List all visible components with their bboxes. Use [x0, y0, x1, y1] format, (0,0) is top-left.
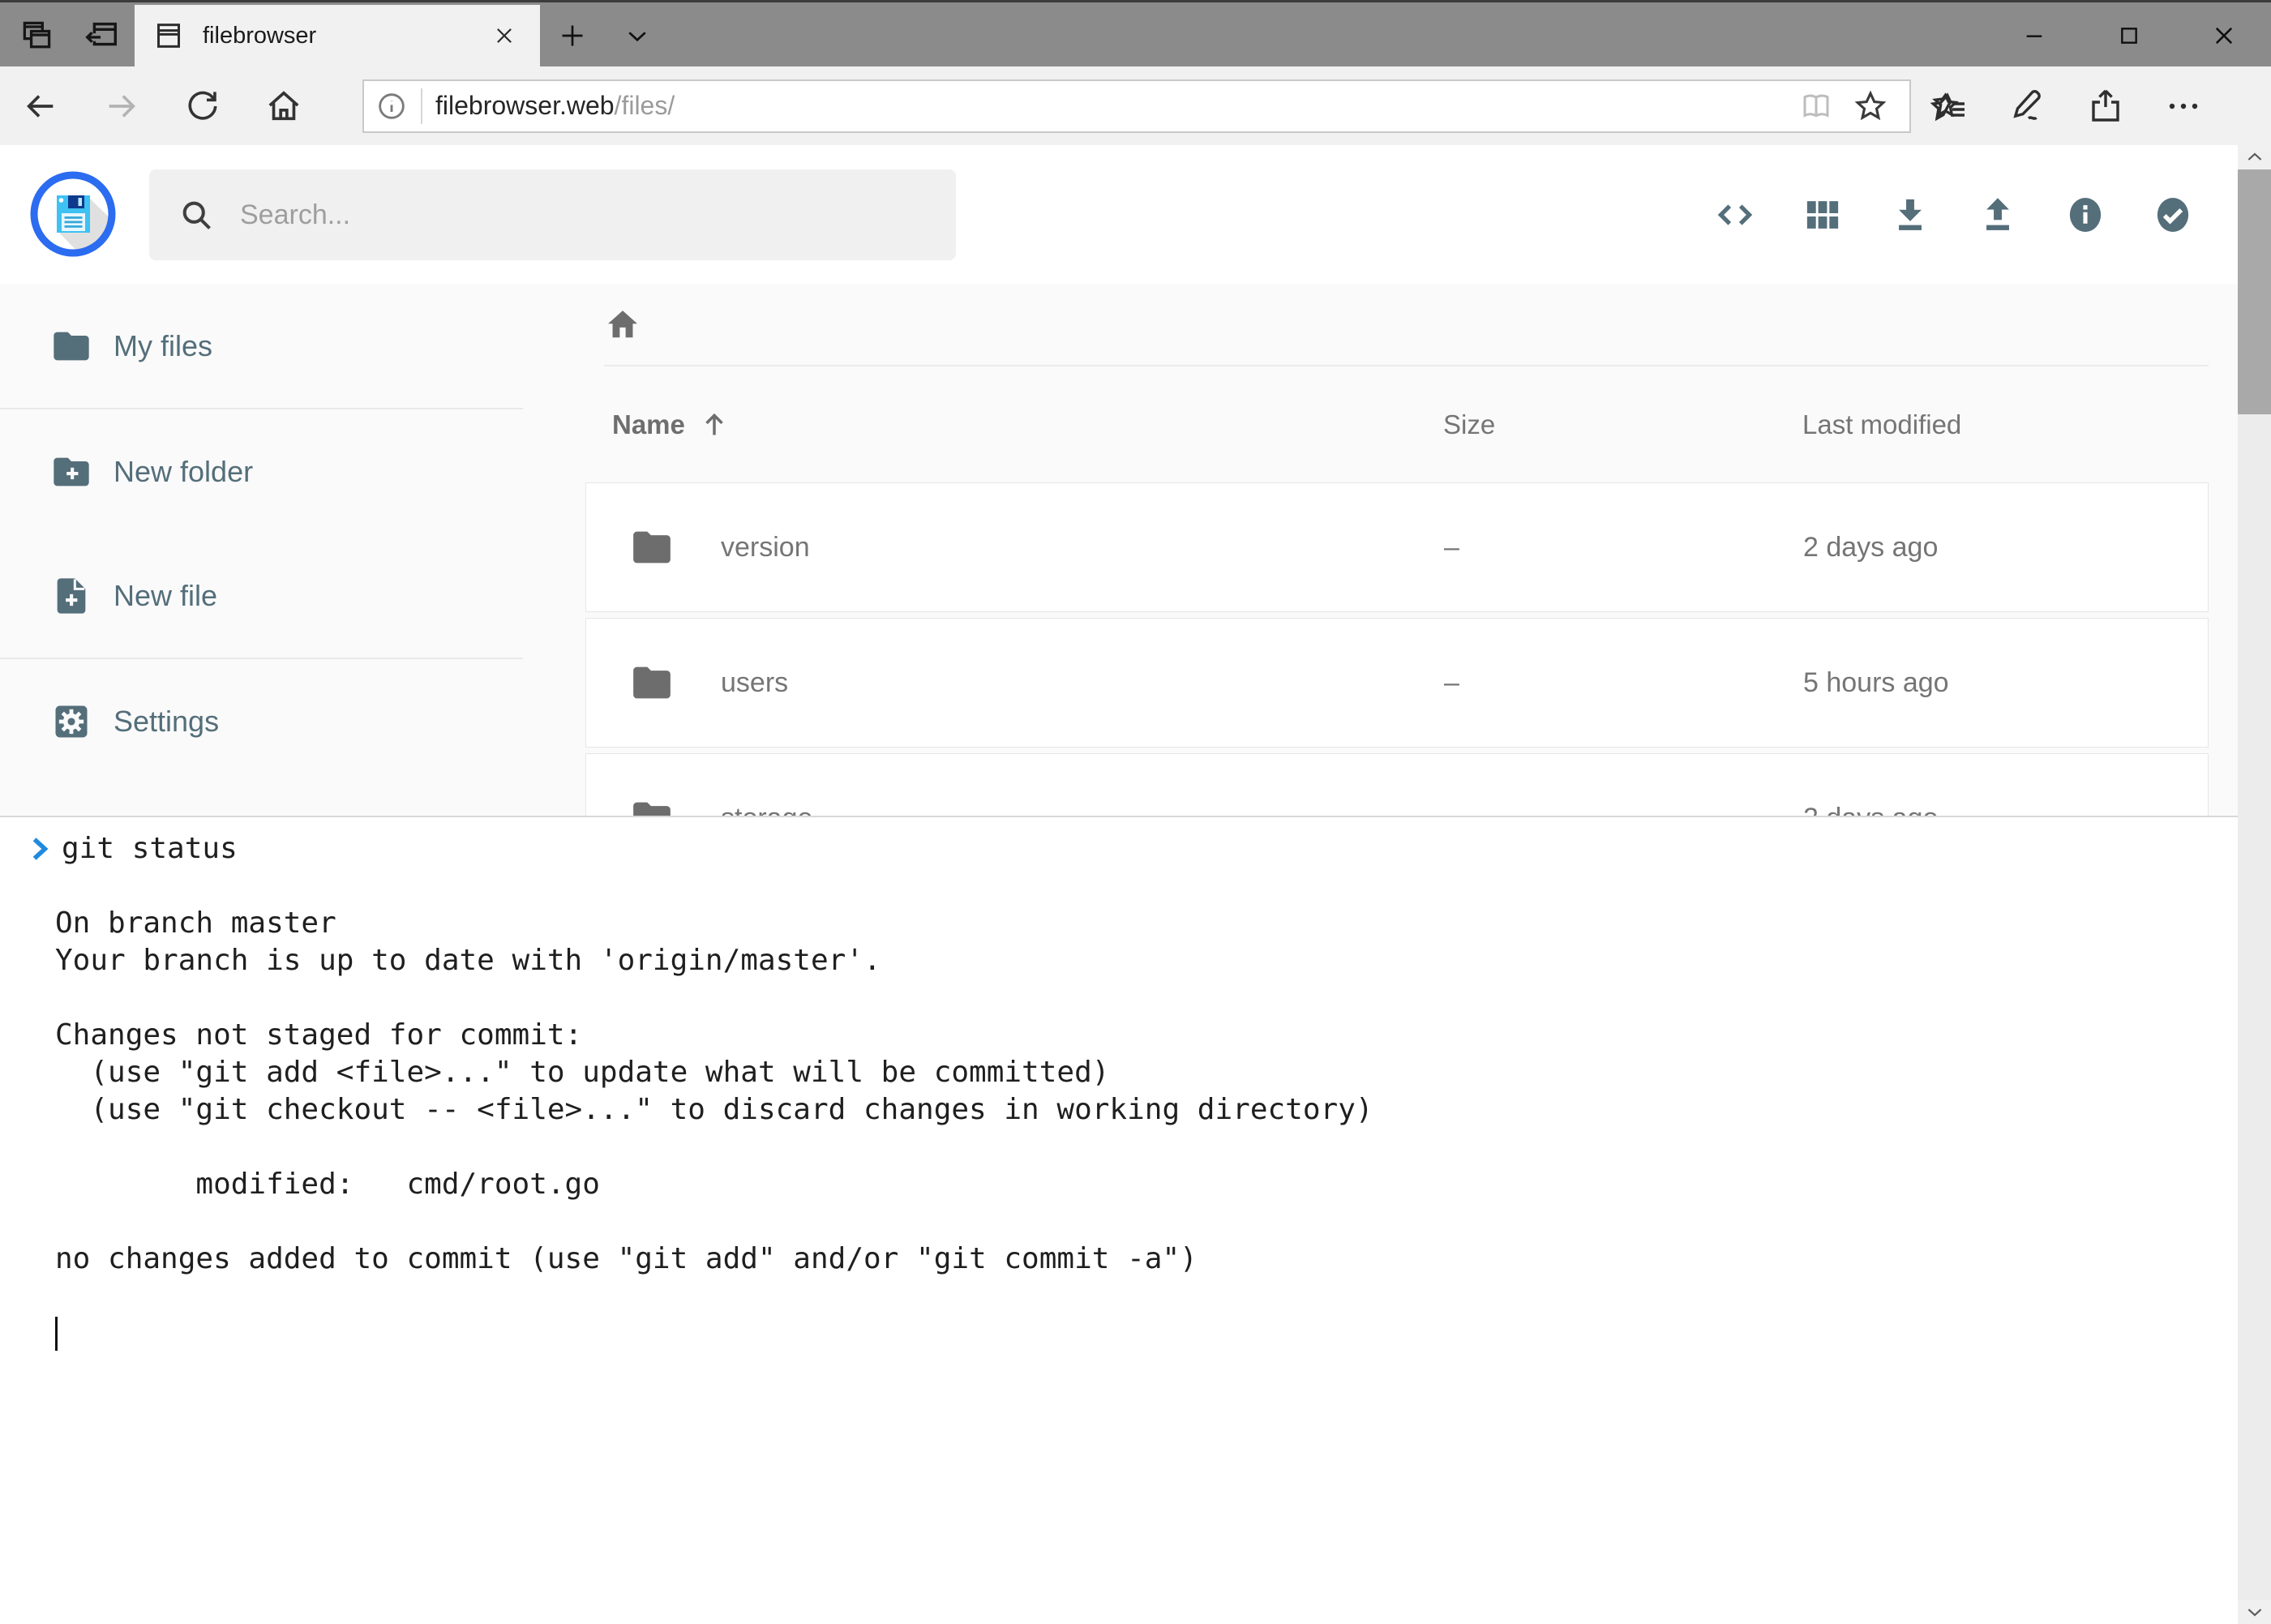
folder-icon [50, 325, 92, 367]
refresh-icon[interactable] [162, 66, 243, 145]
sidebar-item-new-file[interactable]: New file [0, 533, 523, 658]
app-header [0, 145, 2238, 284]
file-size: – [1444, 532, 1803, 563]
window-controls [1986, 5, 2271, 66]
tab-bar: filebrowser [0, 0, 2271, 66]
terminal-panel[interactable]: git status On branch master Your branch … [0, 816, 2238, 1624]
sidebar-item-label: Settings [114, 705, 219, 739]
share-icon[interactable] [2067, 66, 2145, 145]
terminal-output: On branch master Your branch is up to da… [55, 905, 2238, 1278]
maximize-icon[interactable] [2081, 5, 2176, 66]
tab-preview-icon[interactable] [18, 17, 55, 54]
minimize-icon[interactable] [1986, 5, 2081, 66]
filebrowser-logo-icon[interactable] [30, 171, 116, 257]
page-icon [152, 19, 185, 52]
sidebar-item-new-folder[interactable]: New folder [0, 409, 523, 533]
favorites-hub-icon[interactable] [1911, 66, 1989, 145]
more-options-icon[interactable] [2145, 66, 2222, 145]
scroll-down-icon[interactable] [2238, 1600, 2271, 1624]
new-folder-icon [50, 451, 92, 493]
info-icon[interactable] [2063, 192, 2108, 238]
file-name: users [721, 667, 1444, 699]
back-icon[interactable] [0, 66, 81, 145]
file-modified: 5 hours ago [1803, 667, 2208, 699]
annotate-pen-icon[interactable] [1989, 66, 2067, 145]
reading-view-icon[interactable] [1799, 89, 1833, 123]
sidebar: My files New folder [0, 284, 523, 783]
search-icon [178, 197, 214, 233]
browser-tab-filebrowser[interactable]: filebrowser [135, 5, 540, 66]
set-tabs-aside-icon[interactable] [83, 17, 120, 54]
file-size: – [1444, 667, 1803, 699]
file-row-users[interactable]: users – 5 hours ago [585, 618, 2209, 748]
tab-dropdown-icon[interactable] [616, 5, 658, 66]
forward-icon[interactable] [81, 66, 162, 145]
sidebar-item-settings[interactable]: Settings [0, 659, 523, 783]
file-modified: 2 days ago [1803, 532, 2208, 563]
gear-icon [50, 701, 92, 743]
home-breadcrumb-icon[interactable] [604, 306, 641, 343]
grid-view-icon[interactable] [1800, 192, 1845, 238]
address-bar-separator [421, 88, 422, 124]
select-check-icon[interactable] [2150, 192, 2196, 238]
url-path: /files/ [615, 91, 675, 120]
sidebar-item-label: My files [114, 329, 212, 363]
address-bar[interactable]: filebrowser.web/files/ [362, 79, 1911, 133]
url-host: filebrowser.web [435, 91, 615, 120]
tab-title: filebrowser [203, 23, 486, 49]
sidebar-item-label: New folder [114, 455, 253, 489]
breadcrumb [523, 284, 2238, 365]
new-file-icon [50, 575, 92, 617]
upload-icon[interactable] [1975, 192, 2020, 238]
header-actions [1712, 145, 2196, 284]
sidebar-item-my-files[interactable]: My files [0, 284, 523, 408]
terminal-command: git status [62, 830, 238, 868]
download-icon[interactable] [1888, 192, 1933, 238]
sidebar-item-label: New file [114, 579, 217, 613]
site-info-icon[interactable] [375, 90, 408, 122]
column-header-size[interactable]: Size [1443, 409, 1802, 440]
folder-icon [629, 663, 721, 702]
search-bar[interactable] [149, 169, 956, 260]
column-label: Name [612, 409, 685, 440]
browser-toolbar: filebrowser.web/files/ [0, 66, 2271, 145]
terminal-command-line: git status [29, 830, 2238, 868]
home-icon[interactable] [243, 66, 324, 145]
vertical-scrollbar[interactable] [2238, 145, 2271, 1624]
list-header: Name Size Last modified [585, 366, 2209, 482]
tab-bar-actions [18, 5, 120, 66]
new-tab-icon[interactable] [553, 5, 592, 66]
sort-ascending-icon [698, 409, 731, 441]
url-text[interactable]: filebrowser.web/files/ [435, 91, 1799, 121]
scroll-up-icon[interactable] [2238, 145, 2271, 169]
browser-window: filebrowser [0, 0, 2271, 1624]
file-row-version[interactable]: version – 2 days ago [585, 482, 2209, 612]
code-view-icon[interactable] [1712, 192, 1758, 238]
file-name: version [721, 532, 1444, 563]
search-input[interactable] [238, 199, 956, 232]
folder-icon [629, 528, 721, 567]
terminal-caret [55, 1317, 58, 1351]
close-window-icon[interactable] [2176, 5, 2271, 66]
tab-close-icon[interactable] [486, 18, 522, 54]
scrollbar-thumb[interactable] [2238, 169, 2271, 414]
add-favorite-star-icon[interactable] [1853, 88, 1888, 124]
prompt-chevron-icon [29, 835, 50, 863]
column-header-modified[interactable]: Last modified [1802, 409, 2209, 440]
column-header-name[interactable]: Name [612, 409, 1443, 441]
